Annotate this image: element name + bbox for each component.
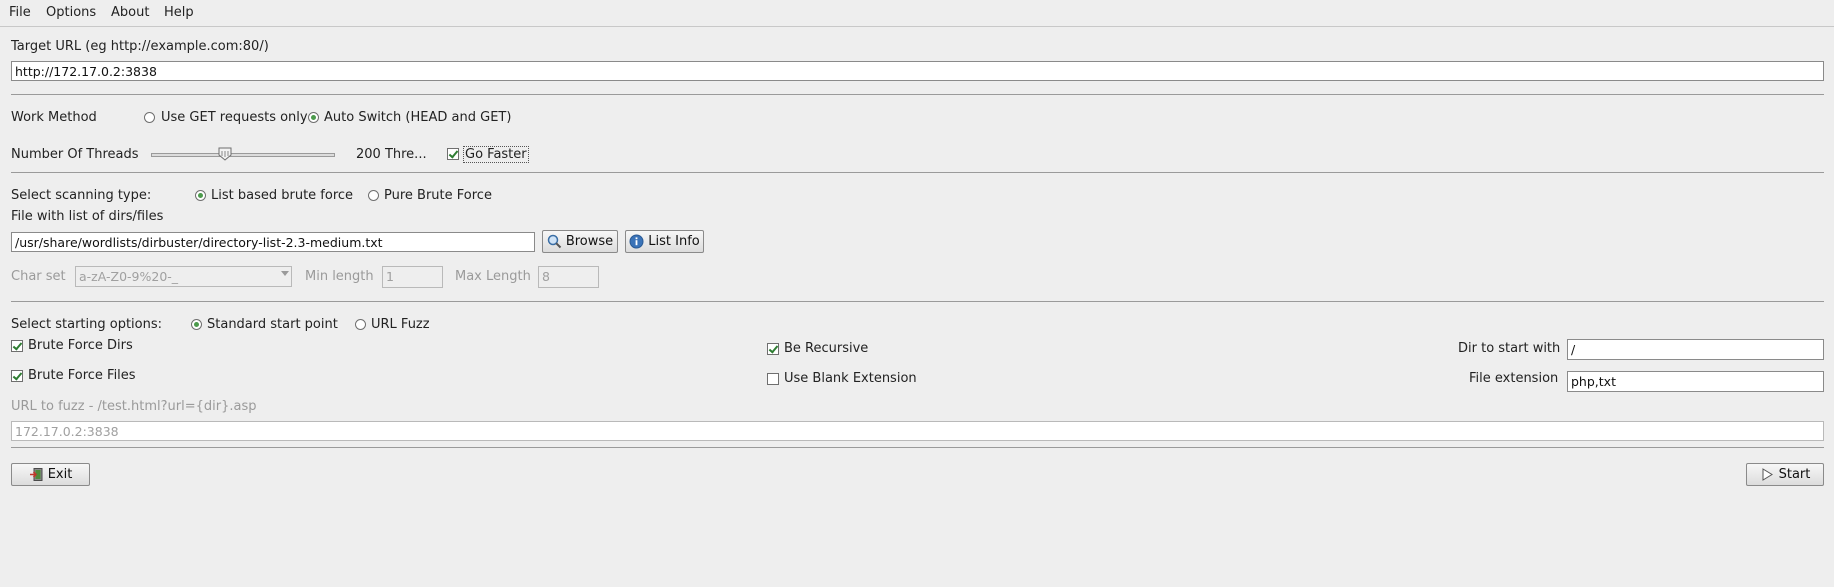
- charset-label: Char set: [11, 269, 66, 284]
- separator: [11, 447, 1824, 448]
- threads-slider[interactable]: [151, 153, 335, 157]
- list-info-button-label: List Info: [648, 234, 700, 249]
- work-method-label: Work Method: [11, 110, 97, 125]
- radio-url-fuzz[interactable]: [355, 319, 366, 330]
- radio-auto-switch[interactable]: [308, 112, 319, 123]
- go-faster-checkbox[interactable]: [447, 148, 459, 160]
- menu-bar: File Options About Help: [0, 0, 1834, 27]
- start-options-label: Select starting options:: [11, 317, 163, 332]
- blank-extension-label[interactable]: Use Blank Extension: [784, 371, 917, 386]
- charset-combo[interactable]: a-zA-Z0-9%20-_: [75, 266, 292, 287]
- separator: [11, 94, 1824, 95]
- radio-standard-start-label[interactable]: Standard start point: [207, 317, 338, 332]
- file-extension-input[interactable]: php,txt: [1567, 371, 1824, 392]
- charset-value: a-zA-Z0-9%20-_: [79, 269, 179, 284]
- radio-list-based[interactable]: [195, 190, 206, 201]
- min-length-input[interactable]: 1: [382, 266, 443, 288]
- url-fuzz-input[interactable]: 172.17.0.2:3838: [11, 421, 1824, 441]
- browse-button-label: Browse: [565, 234, 614, 249]
- recursive-checkbox[interactable]: [767, 343, 779, 355]
- radio-pure-brute[interactable]: [368, 190, 379, 201]
- info-icon: [629, 234, 644, 249]
- target-url-input[interactable]: http://172.17.0.2:3838: [11, 61, 1824, 81]
- radio-auto-switch-label[interactable]: Auto Switch (HEAD and GET): [324, 110, 511, 125]
- separator: [11, 301, 1824, 302]
- scan-type-label: Select scanning type:: [11, 188, 152, 203]
- radio-get-only[interactable]: [144, 112, 155, 123]
- file-extension-label: File extension: [1469, 371, 1559, 386]
- threads-value: 200 Thre...: [356, 147, 427, 162]
- threads-label: Number Of Threads: [11, 147, 139, 162]
- max-length-label: Max Length: [455, 269, 531, 284]
- brute-files-checkbox[interactable]: [11, 370, 23, 382]
- dir-start-input[interactable]: /: [1567, 339, 1824, 360]
- threads-slider-thumb[interactable]: [218, 147, 232, 161]
- recursive-label[interactable]: Be Recursive: [784, 341, 868, 356]
- max-length-input[interactable]: 8: [538, 266, 599, 288]
- radio-url-fuzz-label[interactable]: URL Fuzz: [371, 317, 430, 332]
- brute-files-label[interactable]: Brute Force Files: [28, 368, 136, 383]
- magnifier-icon: [547, 234, 562, 249]
- brute-dirs-checkbox[interactable]: [11, 340, 23, 352]
- radio-standard-start[interactable]: [191, 319, 202, 330]
- exit-button[interactable]: Exit: [11, 463, 90, 486]
- menu-options[interactable]: Options: [46, 5, 96, 20]
- radio-get-only-label[interactable]: Use GET requests only: [161, 110, 308, 125]
- dir-start-label: Dir to start with: [1458, 341, 1561, 356]
- exit-door-icon: [29, 468, 43, 481]
- browse-button[interactable]: Browse: [542, 230, 618, 253]
- target-url-label: Target URL (eg http://example.com:80/): [11, 39, 269, 54]
- blank-extension-checkbox[interactable]: [767, 373, 779, 385]
- chevron-down-icon: [281, 271, 289, 276]
- go-faster-label[interactable]: Go Faster: [463, 146, 529, 163]
- list-info-button[interactable]: List Info: [625, 230, 704, 253]
- menu-help[interactable]: Help: [164, 5, 194, 20]
- brute-dirs-label[interactable]: Brute Force Dirs: [28, 338, 133, 353]
- radio-pure-brute-label[interactable]: Pure Brute Force: [384, 188, 492, 203]
- play-icon: [1762, 468, 1773, 481]
- wordlist-label: File with list of dirs/files: [11, 209, 164, 224]
- url-fuzz-label: URL to fuzz - /test.html?url={dir}.asp: [11, 399, 257, 414]
- separator: [11, 172, 1824, 173]
- menu-about[interactable]: About: [111, 5, 149, 20]
- menu-file[interactable]: File: [9, 5, 31, 20]
- radio-list-based-label[interactable]: List based brute force: [211, 188, 353, 203]
- exit-button-label: Exit: [47, 467, 73, 482]
- wordlist-input[interactable]: /usr/share/wordlists/dirbuster/directory…: [11, 232, 535, 252]
- min-length-label: Min length: [305, 269, 374, 284]
- start-button[interactable]: Start: [1746, 463, 1824, 486]
- start-button-label: Start: [1778, 467, 1811, 482]
